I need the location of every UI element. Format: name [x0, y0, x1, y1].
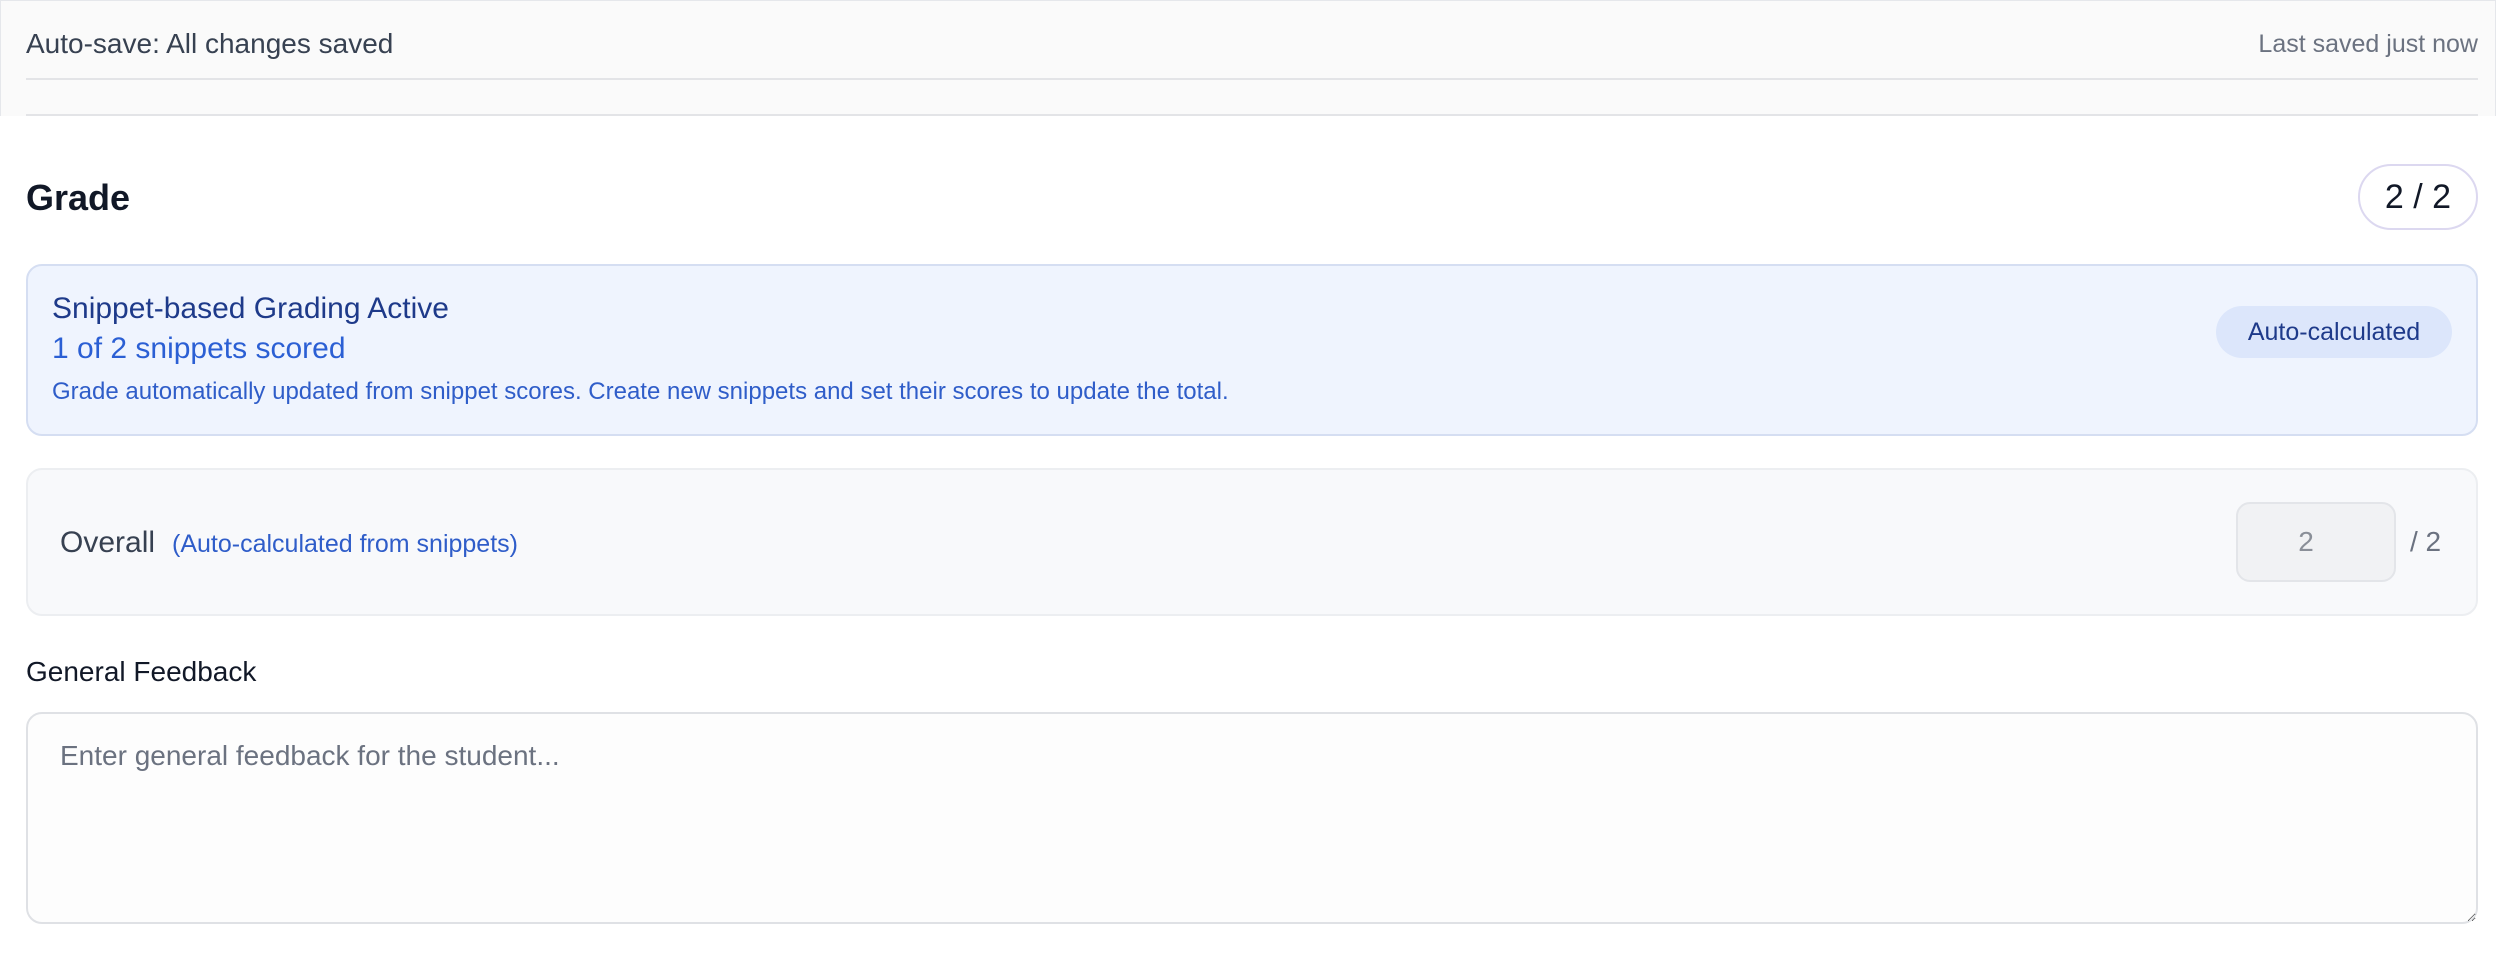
snippet-scored-count: 1 of 2 snippets scored [52, 332, 346, 365]
snippet-grading-banner: Snippet-based Grading Active 1 of 2 snip… [26, 264, 2478, 436]
autosave-bar: Auto-save: All changes saved Last saved … [26, 0, 2478, 80]
snippet-banner-title: Snippet-based Grading Active [52, 292, 449, 325]
overall-label: Overall [60, 526, 156, 559]
snippet-banner-description: Grade automatically updated from snippet… [52, 378, 1229, 405]
auto-calculated-badge: Auto-calculated [2216, 306, 2452, 358]
grade-section: Grade 2 / 2 Snippet-based Grading Active… [0, 116, 2496, 958]
overall-auto-note: (Auto-calculated from snippets) [172, 530, 518, 558]
general-feedback-textarea[interactable] [26, 712, 2478, 924]
grade-title: Grade [26, 177, 131, 218]
last-saved-timestamp: Last saved just now [2258, 30, 2478, 58]
overall-score-card: Overall (Auto-calculated from snippets) … [26, 468, 2478, 616]
overall-score-max: / 2 [2410, 526, 2442, 557]
autosave-status: Auto-save: All changes saved [26, 28, 394, 59]
grade-score-badge: 2 / 2 [2358, 164, 2478, 230]
general-feedback-label: General Feedback [26, 656, 257, 687]
overall-score-input[interactable] [2236, 502, 2396, 582]
